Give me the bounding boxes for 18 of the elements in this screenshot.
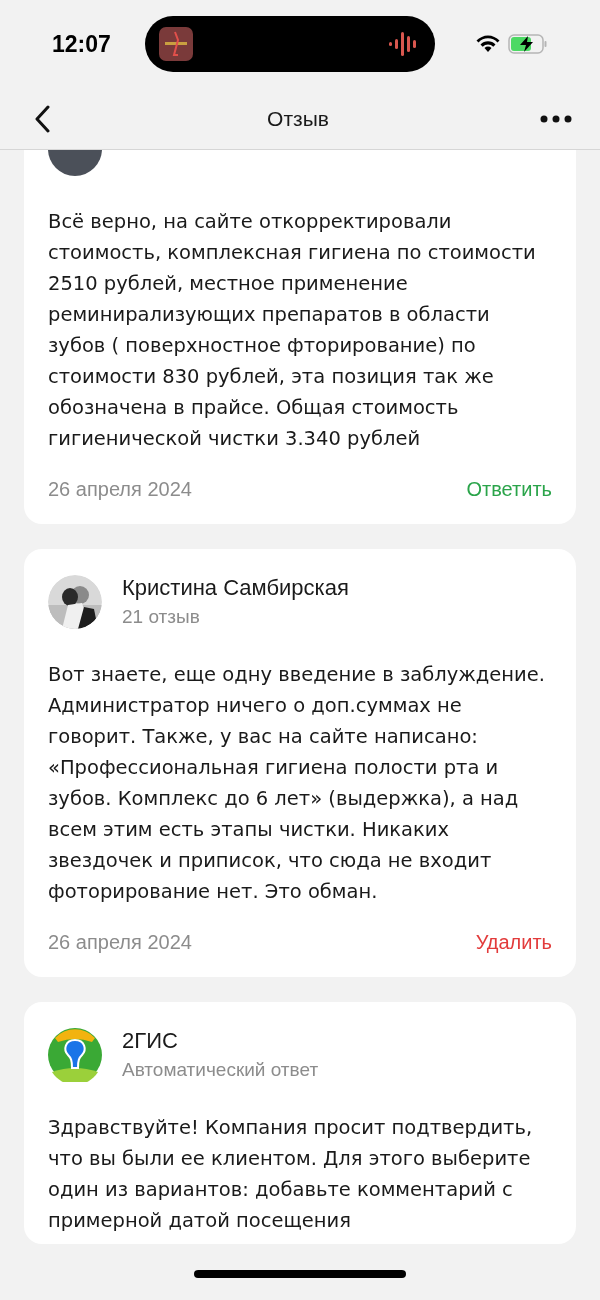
review-date: 26 апреля 2024	[48, 930, 192, 955]
page-title: Отзыв	[267, 105, 329, 132]
logo-icon	[48, 1028, 102, 1082]
reply-link[interactable]: Ответить	[466, 474, 552, 504]
back-icon	[34, 104, 50, 133]
more-icon	[540, 114, 572, 123]
review-text: Здравствуйте! Компания просит подтвердить, что вы были ее клиентом. Для этого выберите один из вариантов: добавьте комментарий с примерной датой посещения	[48, 1115, 534, 1234]
review-subtitle: 21 отзыв	[122, 605, 201, 629]
battery-charging-icon	[508, 34, 548, 54]
wifi-icon	[476, 35, 500, 53]
author-name: 2ГИС	[122, 1027, 179, 1055]
review-subtitle: Автоматический ответ	[122, 1058, 319, 1082]
author-name: Кристина Самбирская	[122, 574, 349, 602]
review-text: Всё верно, на сайте откорректировали стоимость, комплексная гигиена по стоимости 2510 рублей, местное применение реминирализующих препаратов в области зубов ( поверхностное фторирование) по стоимости 830 рублей, эта позиция так же обозначена в прайсе. Общая стоимость гигиенической чистки 3.340 рублей	[48, 209, 537, 452]
delete-link[interactable]: Удалить	[475, 927, 552, 957]
review-text: Вот знаете, еще одну введение в заблуждение. Администратор ничего о доп.суммах не говорит. Также, у вас на сайте написано: «Профессиональная гигиена полости рта и зубов. Комплекс до 6 лет» (выдержка), а над всем этим есть этапы чистки. Никаких звездочек и приписок, что сюда не входит фоторирование нет. Это обман.	[48, 662, 546, 905]
review-date: 26 апреля 2024	[48, 477, 192, 502]
status-time: 12:07	[52, 29, 111, 59]
